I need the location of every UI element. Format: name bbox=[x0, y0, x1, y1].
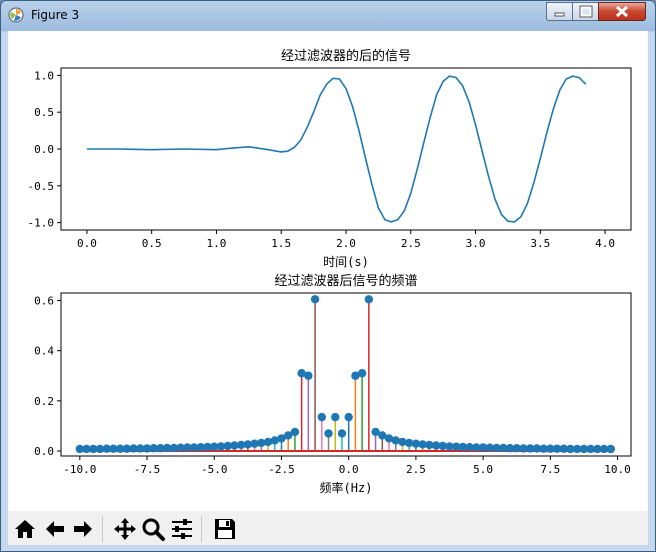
home-icon bbox=[15, 520, 35, 538]
bottom-x-tick-label: -5.0 bbox=[201, 463, 228, 476]
stem-marker bbox=[357, 369, 367, 378]
top-x-tick-label: 1.0 bbox=[207, 237, 227, 250]
forward-button[interactable] bbox=[70, 516, 96, 542]
top-x-tick-label: 2.0 bbox=[336, 237, 356, 250]
stem-marker bbox=[331, 412, 340, 422]
top-y-tick-label: 0.5 bbox=[34, 106, 54, 119]
stem-marker bbox=[310, 295, 320, 304]
top-y-tick-label: -1.0 bbox=[28, 217, 55, 230]
top-x-tick-label: 0.0 bbox=[77, 237, 97, 250]
top-axes: 经过滤波器的后的信号 0.0 0.5 1.0 1.5 2.0 2.5 3.0 3.5 4.0 -… bbox=[28, 48, 632, 269]
maximize-button[interactable] bbox=[572, 2, 599, 21]
top-x-tick-label: 3.0 bbox=[466, 237, 486, 250]
bottom-x-tick-label: 0.0 bbox=[339, 463, 359, 476]
minimize-button[interactable] bbox=[546, 2, 573, 21]
close-button[interactable] bbox=[598, 2, 646, 21]
bottom-x-tick-label: -10.0 bbox=[63, 463, 96, 476]
window-title: Figure 3 bbox=[31, 8, 80, 22]
bottom-y-tick-label: 0.6 bbox=[34, 295, 54, 308]
bottom-x-tick-label: -2.5 bbox=[268, 463, 295, 476]
forward-icon bbox=[74, 521, 92, 537]
top-y-tick-label: 1.0 bbox=[34, 69, 54, 82]
bottom-x-ticks: -10.0 -7.5 -5.0 -2.5 0.0 2.5 5.0 7.5 10.0 bbox=[63, 456, 631, 476]
top-y-tick-label: -0.5 bbox=[28, 180, 55, 193]
bottom-x-axis-label: 频率(Hz) bbox=[320, 480, 373, 495]
bottom-y-ticks: 0.0 0.2 0.4 0.6 bbox=[34, 295, 61, 458]
pan-icon bbox=[114, 518, 136, 540]
save-button[interactable] bbox=[212, 516, 238, 542]
toolbar-separator bbox=[102, 516, 103, 542]
bottom-y-tick-label: 0.2 bbox=[34, 395, 54, 408]
bottom-axes: 经过滤波器后信号的频谱 -10.0 -7.5 -5.0 -2.5 0.0 2.5 5.0 7.… bbox=[34, 273, 632, 495]
zoom-icon bbox=[142, 518, 165, 541]
save-icon bbox=[215, 519, 235, 539]
top-x-ticks: 0.0 0.5 1.0 1.5 2.0 2.5 3.0 3.5 4.0 bbox=[77, 230, 615, 250]
close-icon bbox=[615, 5, 629, 18]
bottom-y-tick-label: 0.4 bbox=[34, 345, 54, 358]
pan-button[interactable] bbox=[112, 516, 138, 542]
bottom-y-tick-label: 0.0 bbox=[34, 445, 54, 458]
top-y-tick-label: 0.0 bbox=[34, 143, 54, 156]
bottom-x-tick-label: -7.5 bbox=[134, 463, 161, 476]
top-y-ticks: -1.0 -0.5 0.0 0.5 1.0 bbox=[28, 69, 61, 230]
figure-canvas: 经过滤波器的后的信号 0.0 0.5 1.0 1.5 2.0 2.5 3.0 3.5 4.0 -… bbox=[8, 31, 648, 545]
top-x-tick-label: 4.0 bbox=[595, 237, 615, 250]
bottom-x-tick-label: 10.0 bbox=[604, 463, 631, 476]
matplotlib-icon bbox=[8, 7, 24, 23]
top-x-tick-label: 3.5 bbox=[530, 237, 550, 250]
configure-subplots-icon bbox=[172, 519, 192, 539]
plot-area: 经过滤波器的后的信号 0.0 0.5 1.0 1.5 2.0 2.5 3.0 3.5 4.0 -… bbox=[28, 48, 632, 495]
stem-marker bbox=[304, 371, 313, 380]
configure-subplots-button[interactable] bbox=[169, 516, 195, 542]
bottom-x-tick-label: 7.5 bbox=[540, 463, 560, 476]
top-x-tick-label: 2.5 bbox=[401, 237, 421, 250]
top-x-tick-label: 1.5 bbox=[271, 237, 291, 250]
bottom-x-tick-label: 2.5 bbox=[406, 463, 426, 476]
home-button[interactable] bbox=[12, 516, 38, 542]
zoom-button[interactable] bbox=[140, 516, 166, 542]
minimize-icon bbox=[554, 12, 565, 17]
toolbar-separator bbox=[201, 516, 202, 542]
back-button[interactable] bbox=[42, 516, 68, 542]
stem-marker bbox=[606, 444, 616, 454]
navigation-toolbar bbox=[8, 511, 648, 545]
top-x-tick-label: 0.5 bbox=[142, 237, 162, 250]
stem-marker bbox=[344, 412, 353, 422]
maximize-icon bbox=[579, 5, 593, 18]
stem-marker bbox=[337, 429, 347, 438]
stem-marker bbox=[317, 412, 327, 422]
back-icon bbox=[46, 521, 64, 537]
bottom-axes-frame bbox=[60, 292, 632, 457]
top-chart-title: 经过滤波器的后的信号 bbox=[281, 48, 411, 64]
bottom-x-tick-label: 5.0 bbox=[473, 463, 493, 476]
stem-marker bbox=[290, 427, 300, 437]
stem-marker bbox=[324, 429, 333, 438]
figure-window: Figure 3 经过滤波器的后的信号 0.0 0.5 1.0 1.5 2.0 2.5 3.… bbox=[0, 0, 656, 552]
top-x-axis-label: 时间(s) bbox=[323, 255, 369, 269]
stem-marker bbox=[364, 295, 374, 304]
title-bar[interactable]: Figure 3 bbox=[1, 1, 655, 31]
bottom-chart-title: 经过滤波器后信号的频谱 bbox=[274, 273, 417, 289]
